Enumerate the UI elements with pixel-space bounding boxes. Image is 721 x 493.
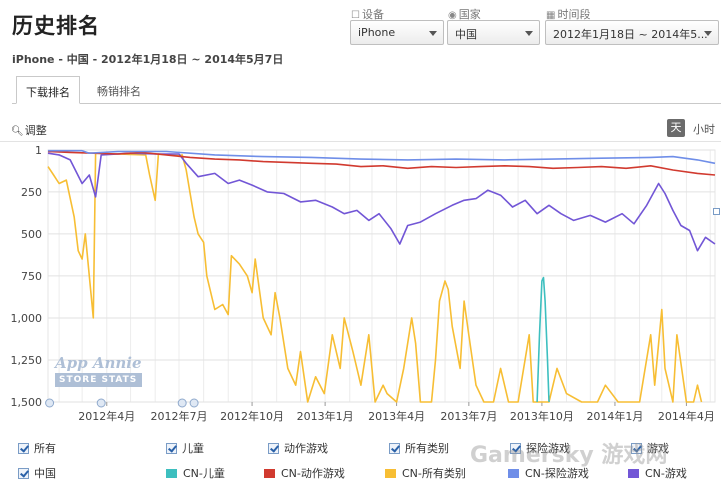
annotation-marker	[177, 398, 187, 408]
legend-group-china[interactable]: 中国	[18, 465, 56, 481]
checkbox-checked-icon	[389, 443, 400, 454]
checkbox-checked-icon	[18, 468, 29, 479]
country-select[interactable]: 中国	[447, 20, 540, 45]
annotation-marker	[189, 398, 199, 408]
checkbox-checked-icon	[18, 443, 29, 454]
y-tick-label: 750	[21, 270, 42, 283]
filter-checkbox-action[interactable]: 动作游戏	[268, 440, 328, 456]
watermark: Gamersky 游戏网	[470, 443, 668, 468]
x-tick-label: 2012年4月	[78, 409, 135, 423]
legend-item-all-categories[interactable]: CN-所有类别	[385, 465, 466, 481]
tab-downloads[interactable]: 下载排名	[16, 76, 80, 104]
x-tick-label: 2014年1月	[586, 409, 643, 423]
x-tick-label: 2013年7月	[440, 409, 497, 423]
y-tick-label: 250	[21, 186, 42, 199]
x-tick-label: 2012年10月	[220, 409, 284, 423]
app-annie-logo: App Annie STORE STATS	[55, 354, 142, 387]
period-select[interactable]: 2012年1月18日 ~ 2014年5...	[545, 20, 719, 45]
filter-checkbox-kids[interactable]: 儿童	[166, 440, 204, 456]
x-tick-label: 2013年10月	[510, 409, 574, 423]
day-granularity-button[interactable]: 天	[667, 119, 685, 137]
device-select[interactable]: iPhone	[350, 20, 444, 45]
checkbox-checked-icon	[166, 443, 177, 454]
x-tick-label: 2014年4月	[658, 409, 715, 423]
y-tick-label: 1,500	[11, 396, 43, 409]
y-tick-label: 1,250	[11, 354, 43, 367]
y-tick-label: 1	[35, 144, 42, 157]
adjust-button[interactable]: 🔍︎调整	[11, 122, 47, 138]
tab-grossing[interactable]: 畅销排名	[88, 76, 150, 104]
rank-chart-svg: 1 250 500 750 1,000 1,250 1,500 2012年4月 2012年7月 2…	[11, 144, 716, 423]
filter-checkbox-all[interactable]: 所有	[18, 440, 56, 456]
annotation-marker	[96, 398, 106, 408]
hour-granularity-button[interactable]: 小时	[693, 121, 715, 137]
resize-handle[interactable]	[713, 208, 720, 215]
chevron-down-icon	[429, 31, 437, 36]
x-tick-label: 2013年1月	[297, 409, 354, 423]
zoom-icon: 🔍︎	[11, 126, 24, 137]
y-tick-label: 500	[21, 228, 42, 241]
checkbox-checked-icon	[268, 443, 279, 454]
chevron-down-icon	[704, 31, 712, 36]
page-subtitle: iPhone - 中国 - 2012年1月18日 ~ 2014年5月7日	[12, 53, 284, 66]
chevron-down-icon	[525, 31, 533, 36]
rank-tabs: 下载排名 畅销排名	[12, 76, 721, 104]
rank-chart: 1 250 500 750 1,000 1,250 1,500 2012年4月 2012年7月 2…	[0, 141, 721, 431]
filter-checkbox-all-categories[interactable]: 所有类别	[389, 440, 449, 456]
x-tick-label: 2012年7月	[151, 409, 208, 423]
x-tick-label: 2013年4月	[368, 409, 425, 423]
legend-item-action[interactable]: CN-动作游戏	[264, 465, 345, 481]
legend-item-kids[interactable]: CN-儿童	[166, 465, 225, 481]
y-tick-label: 1,000	[11, 312, 43, 325]
page-title: 历史排名	[12, 14, 100, 38]
annotation-marker	[45, 398, 55, 408]
